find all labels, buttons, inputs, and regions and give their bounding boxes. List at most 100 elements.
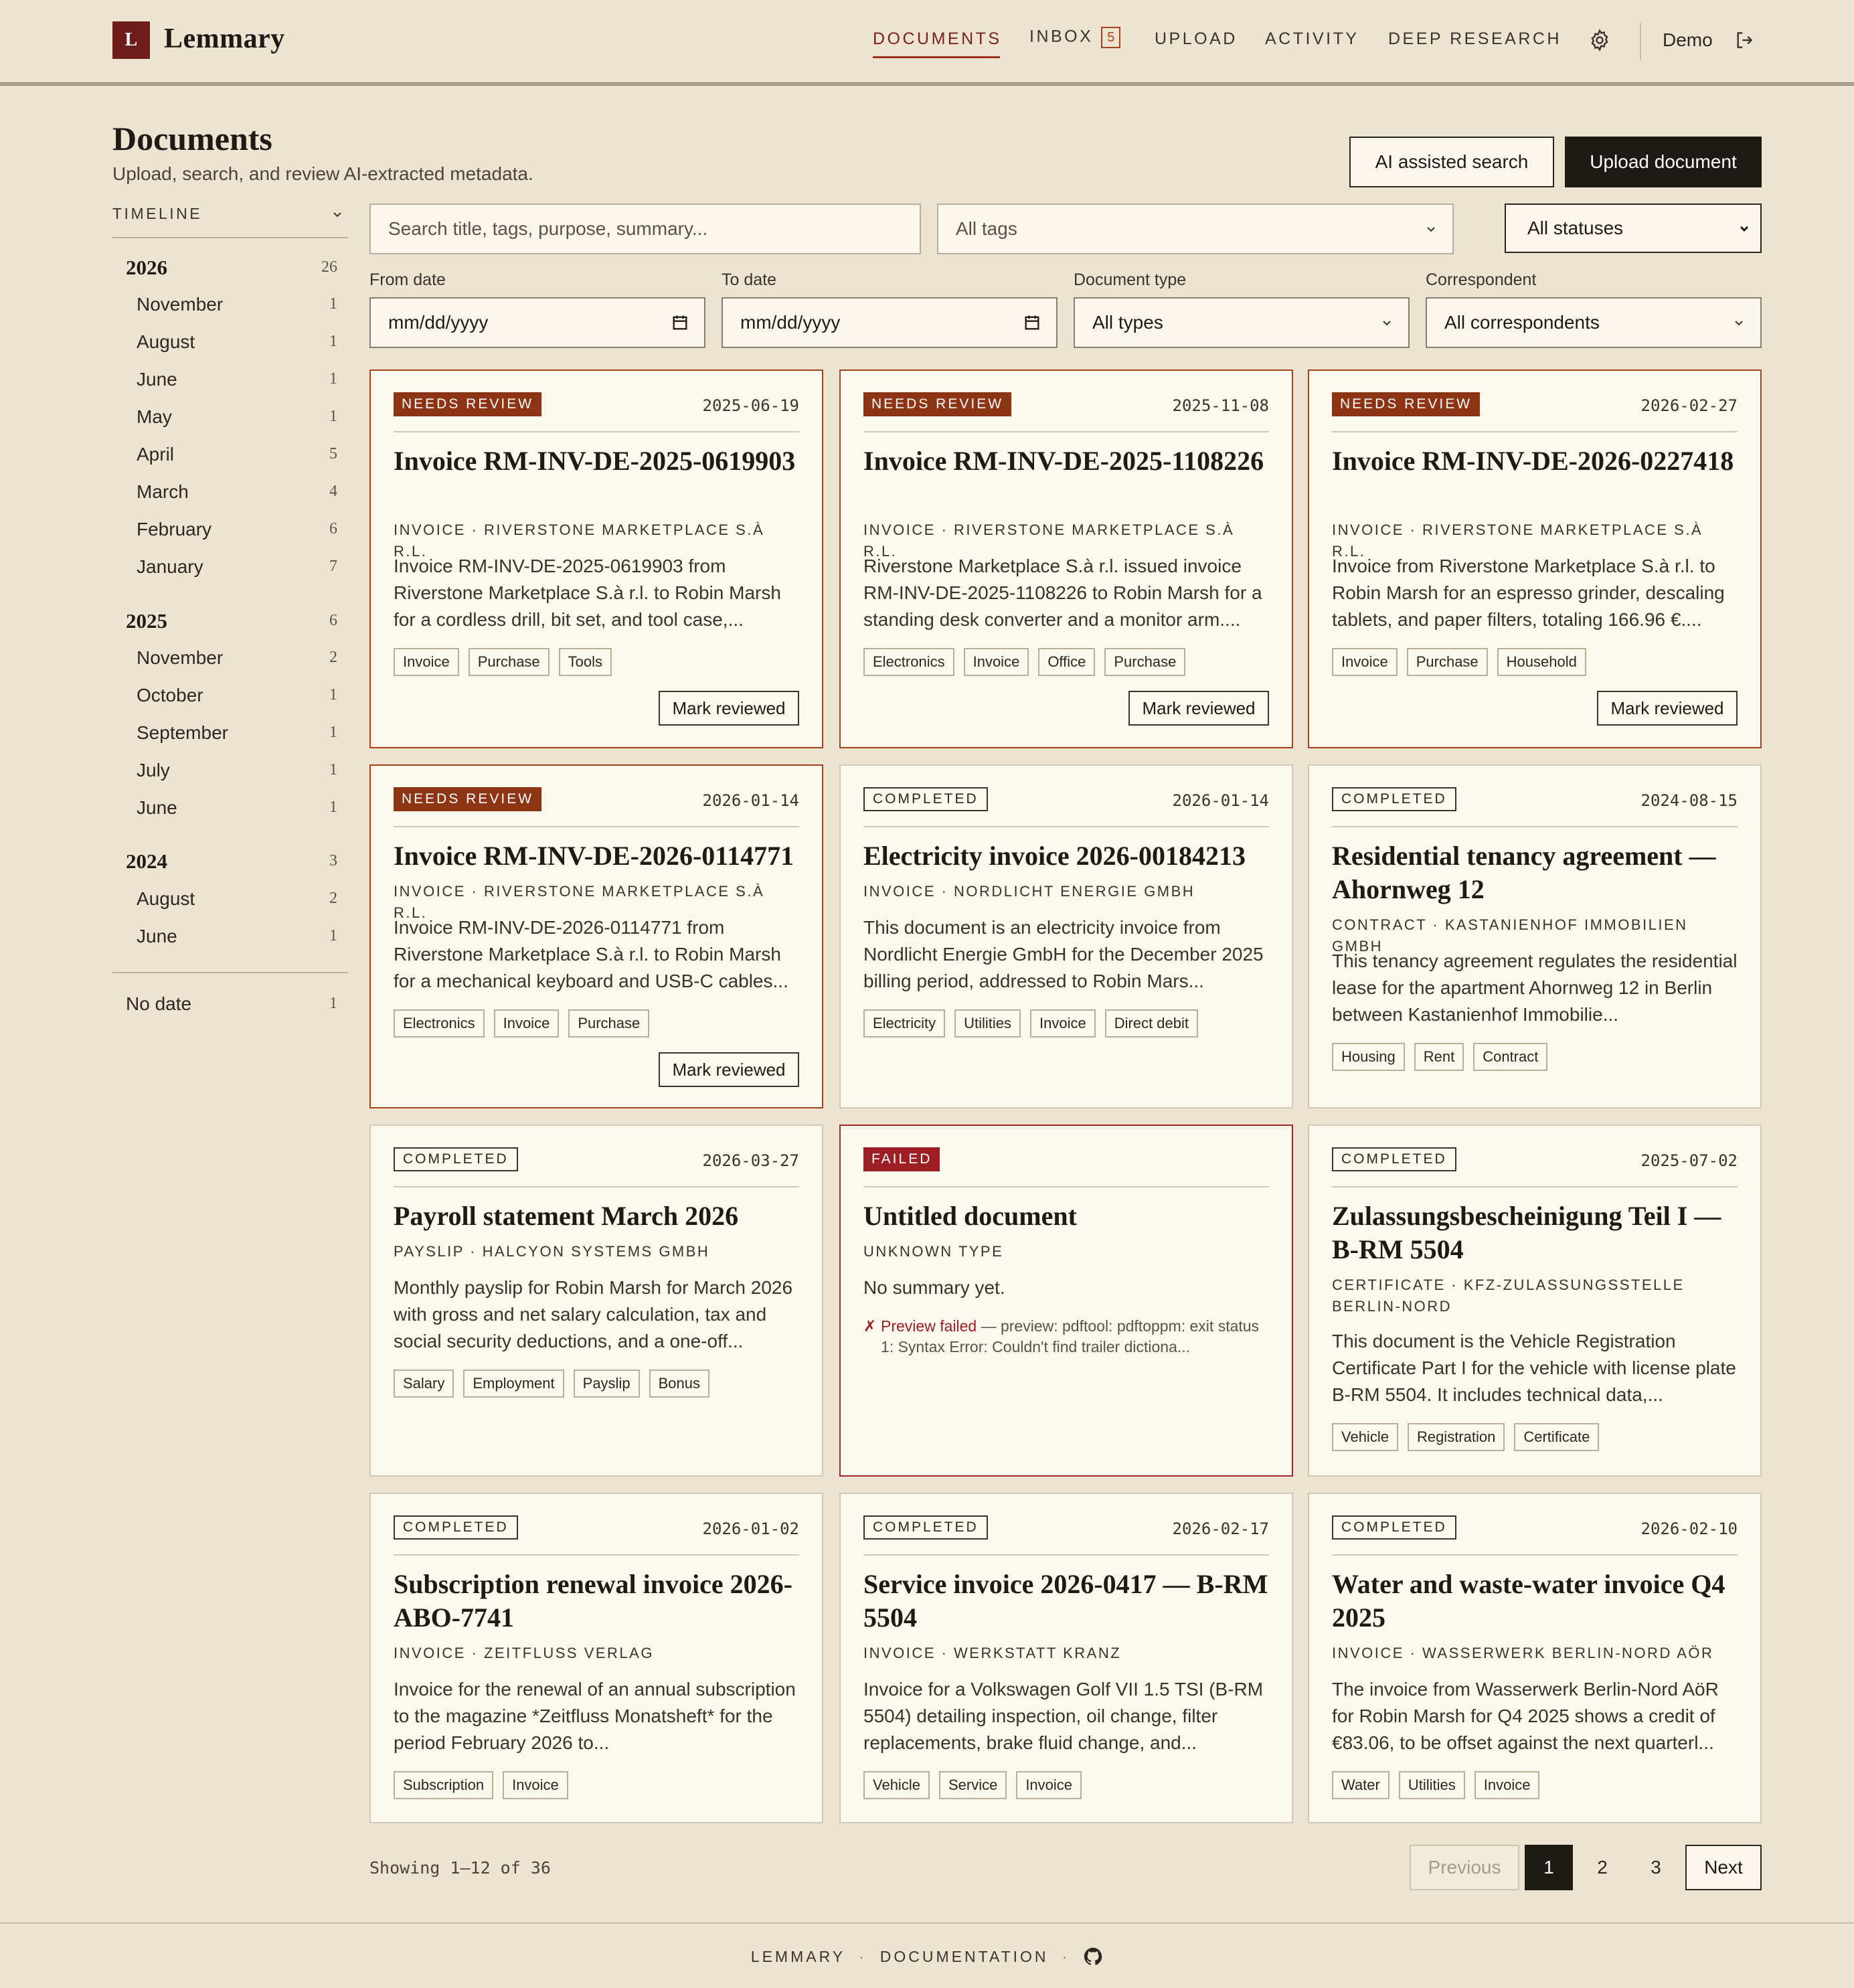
tag[interactable]: Invoice (963, 648, 1029, 676)
document-card[interactable]: NEEDS REVIEW 2025-11-08 Invoice RM-INV-D… (839, 369, 1293, 748)
timeline-month[interactable]: November 1 (112, 293, 348, 319)
calendar-icon[interactable] (671, 313, 689, 332)
timeline-no-date[interactable]: No date 1 (112, 992, 348, 1019)
tag[interactable]: Electronics (863, 648, 954, 676)
tag[interactable]: Tools (558, 648, 612, 676)
page-3-button[interactable]: 3 (1632, 1845, 1680, 1890)
tag[interactable]: Employment (463, 1370, 564, 1398)
timeline-month[interactable]: October 1 (112, 683, 348, 710)
tag[interactable]: Invoice (1016, 1771, 1082, 1799)
nav-upload[interactable]: UPLOAD (1155, 29, 1238, 49)
app-logo[interactable]: L (112, 21, 150, 59)
document-title[interactable]: Subscription renewal invoice 2026-ABO-77… (394, 1568, 802, 1635)
tag[interactable]: Water (1332, 1771, 1389, 1799)
timeline-month[interactable]: August 1 (112, 330, 348, 357)
document-card[interactable]: COMPLETED 2024-08-15 Residential tenancy… (1308, 764, 1762, 1108)
gear-icon[interactable] (1588, 28, 1612, 52)
document-title[interactable]: Invoice RM-INV-DE-2026-0227418 (1332, 444, 1740, 478)
timeline-month[interactable]: June 1 (112, 924, 348, 951)
tag[interactable]: Salary (394, 1370, 454, 1398)
nav-documents[interactable]: DOCUMENTS (873, 29, 1002, 49)
document-title[interactable]: Zulassungsbescheinigung Teil I — B-RM 55… (1332, 1199, 1740, 1266)
document-card[interactable]: COMPLETED 2026-01-14 Electricity invoice… (839, 764, 1293, 1108)
document-title[interactable]: Invoice RM-INV-DE-2026-0114771 (394, 839, 802, 873)
next-page-button[interactable]: Next (1685, 1845, 1762, 1890)
ai-search-button[interactable]: AI assisted search (1349, 137, 1554, 187)
document-title[interactable]: Invoice RM-INV-DE-2025-0619903 (394, 444, 802, 478)
app-name[interactable]: Lemmary (164, 23, 285, 55)
document-card[interactable]: COMPLETED 2026-03-27 Payroll statement M… (369, 1125, 823, 1477)
document-title[interactable]: Payroll statement March 2026 (394, 1199, 802, 1233)
tag[interactable]: Purchase (568, 1009, 650, 1038)
nav-activity[interactable]: ACTIVITY (1265, 29, 1359, 49)
timeline-year-2025[interactable]: 2025 6 (112, 609, 348, 636)
tag[interactable]: Office (1038, 648, 1096, 676)
tag[interactable]: Certificate (1514, 1423, 1600, 1451)
user-name[interactable]: Demo (1663, 29, 1713, 51)
tag[interactable]: Purchase (468, 648, 550, 676)
timeline-month[interactable]: May 1 (112, 405, 348, 432)
upload-document-button[interactable]: Upload document (1565, 137, 1762, 187)
timeline-month[interactable]: September 1 (112, 721, 348, 748)
tag[interactable]: Invoice (493, 1009, 560, 1038)
timeline-month[interactable]: March 4 (112, 480, 348, 507)
tag[interactable]: Registration (1407, 1423, 1505, 1451)
document-title[interactable]: Water and waste-water invoice Q4 2025 (1332, 1568, 1740, 1635)
timeline-month[interactable]: August 2 (112, 887, 348, 914)
github-icon[interactable] (1083, 1946, 1103, 1967)
timeline-month[interactable]: July 1 (112, 758, 348, 785)
tag[interactable]: Invoice (1332, 648, 1398, 676)
document-card[interactable]: COMPLETED 2026-02-17 Service invoice 202… (839, 1493, 1293, 1823)
document-title[interactable]: Residential tenancy agreement — Ahornweg… (1332, 839, 1740, 906)
timeline-month[interactable]: February 6 (112, 517, 348, 544)
document-card[interactable]: COMPLETED 2025-07-02 Zulassungsbescheini… (1308, 1125, 1762, 1477)
timeline-month[interactable]: April 5 (112, 442, 348, 469)
correspondent-select[interactable]: All correspondents (1426, 297, 1762, 348)
document-card[interactable]: NEEDS REVIEW 2026-02-27 Invoice RM-INV-D… (1308, 369, 1762, 748)
mark-reviewed-button[interactable]: Mark reviewed (659, 1052, 799, 1087)
tag[interactable]: Vehicle (1332, 1423, 1398, 1451)
document-title[interactable]: Service invoice 2026-0417 — B-RM 5504 (863, 1568, 1272, 1635)
timeline-header[interactable]: TIMELINE (112, 205, 348, 238)
timeline-month[interactable]: June 1 (112, 796, 348, 823)
tag[interactable]: Purchase (1406, 648, 1488, 676)
tag[interactable]: Invoice (394, 648, 459, 676)
mark-reviewed-button[interactable]: Mark reviewed (1597, 691, 1738, 726)
tag[interactable]: Electricity (863, 1009, 946, 1038)
document-title[interactable]: Electricity invoice 2026-00184213 (863, 839, 1272, 873)
tag[interactable]: Housing (1332, 1043, 1405, 1071)
document-title[interactable]: Invoice RM-INV-DE-2025-1108226 (863, 444, 1272, 478)
tag[interactable]: Electronics (394, 1009, 485, 1038)
tag[interactable]: Vehicle (863, 1771, 930, 1799)
nav-inbox[interactable]: INBOX 5 (1029, 27, 1121, 48)
tag[interactable]: Utilities (954, 1009, 1021, 1038)
timeline-month[interactable]: November 2 (112, 646, 348, 673)
document-card[interactable]: COMPLETED 2026-02-10 Water and waste-wat… (1308, 1493, 1762, 1823)
previous-page-button[interactable]: Previous (1410, 1845, 1519, 1890)
status-select[interactable]: All statuses (1505, 203, 1762, 253)
tag[interactable]: Direct debit (1104, 1009, 1199, 1038)
tag[interactable]: Service (938, 1771, 1007, 1799)
document-title[interactable]: Untitled document (863, 1199, 1272, 1233)
calendar-icon[interactable] (1023, 313, 1041, 332)
tag[interactable]: Purchase (1104, 648, 1186, 676)
to-date-input[interactable]: mm/dd/yyyy (722, 297, 1058, 348)
tag[interactable]: Subscription (394, 1771, 494, 1799)
tag[interactable]: Bonus (649, 1370, 709, 1398)
tag[interactable]: Contract (1473, 1043, 1548, 1071)
tag[interactable]: Rent (1414, 1043, 1464, 1071)
nav-deep-research[interactable]: DEEP RESEARCH (1388, 29, 1562, 49)
footer-brand-link[interactable]: LEMMARY (751, 1948, 845, 1966)
footer-documentation-link[interactable]: DOCUMENTATION (880, 1948, 1049, 1966)
from-date-input[interactable]: mm/dd/yyyy (369, 297, 705, 348)
document-card[interactable]: FAILED Untitled document UNKNOWN TYPE No… (839, 1125, 1293, 1477)
tag[interactable]: Invoice (1030, 1009, 1096, 1038)
timeline-year-2026[interactable]: 2026 26 (112, 256, 348, 282)
search-input[interactable]: Search title, tags, purpose, summary... (369, 203, 921, 254)
page-1-button[interactable]: 1 (1525, 1845, 1573, 1890)
mark-reviewed-button[interactable]: Mark reviewed (659, 691, 799, 726)
document-card[interactable]: COMPLETED 2026-01-02 Subscription renewa… (369, 1493, 823, 1823)
page-2-button[interactable]: 2 (1578, 1845, 1626, 1890)
timeline-month[interactable]: January 7 (112, 555, 348, 582)
tag[interactable]: Payslip (573, 1370, 640, 1398)
